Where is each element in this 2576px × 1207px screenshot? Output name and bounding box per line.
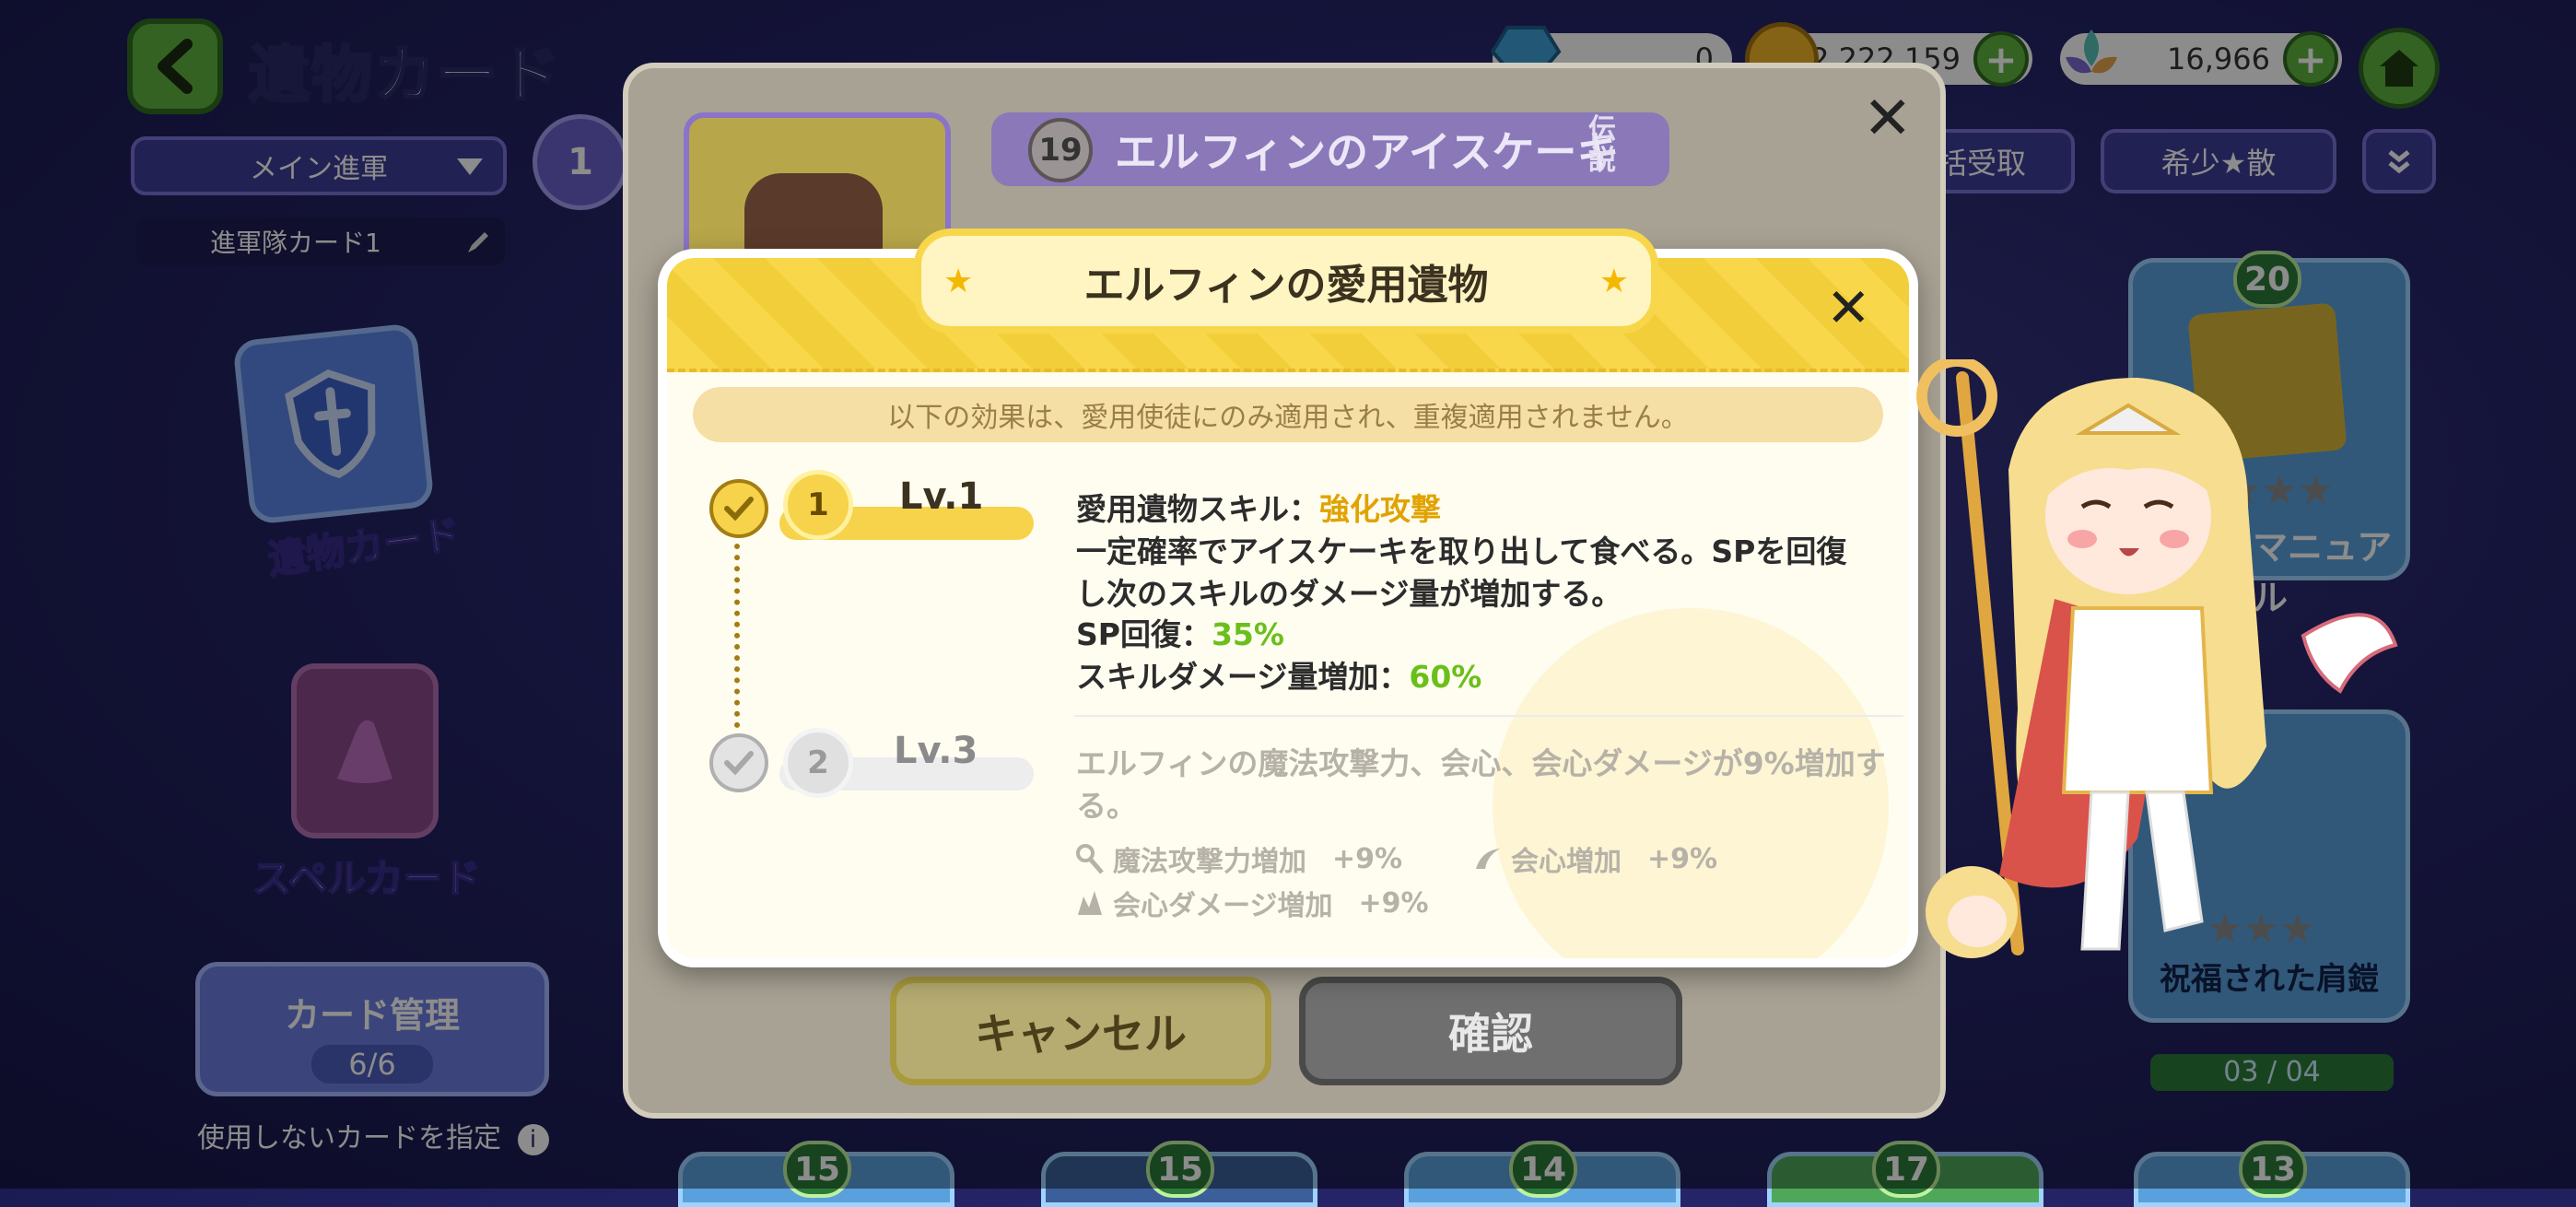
dmg-label: スキルダメージ量増加： — [1076, 659, 1410, 695]
stat-magic-attack: 魔法攻撃力増加 +9% — [1074, 838, 1402, 879]
star-icon: ★ — [1598, 262, 1629, 300]
cancel-label: キャンセル — [975, 1009, 1187, 1059]
stat-label: 魔法攻撃力増加 — [1113, 846, 1306, 878]
sp-label: SP回復： — [1076, 616, 1212, 652]
tier-number-badge: 2 — [783, 728, 853, 798]
tier-number-badge: 1 — [783, 470, 853, 540]
tier1-sp-recovery: SP回復：35% — [1076, 614, 1868, 656]
skill-name: 強化攻撃 — [1319, 491, 1441, 527]
stat-label: 会心増加 — [1511, 846, 1622, 878]
dmg-value: 60% — [1409, 659, 1482, 695]
skill-prefix: 愛用遺物スキル： — [1076, 491, 1319, 527]
check-icon — [709, 733, 768, 792]
ice-cake-image — [744, 173, 883, 256]
tier-level-label: Lv.3 — [894, 730, 978, 772]
cancel-button[interactable]: キャンセル — [890, 977, 1271, 1085]
sp-value: 35% — [1211, 616, 1284, 652]
tier-divider — [1074, 715, 1903, 717]
elfin-character-art — [1916, 359, 2398, 958]
popup-title: エルフィンの愛用遺物 — [1083, 262, 1489, 309]
stat-value: +9% — [1647, 842, 1718, 875]
relic-thumbnail — [684, 112, 951, 260]
stat-value: +9% — [1332, 842, 1403, 875]
stat-label: 会心ダメージ増加 — [1113, 890, 1333, 922]
star-icon: ★ — [943, 262, 974, 300]
stat-value: +9% — [1358, 886, 1429, 920]
popup-notice: 以下の効果は、愛用使徒にのみ適用され、重複適用されません。 — [693, 387, 1883, 442]
relic-name-bar: エルフィンのアイスケーキ — [991, 112, 1669, 186]
magic-staff-icon — [1076, 844, 1104, 874]
check-icon — [709, 479, 768, 538]
relic-name: エルフィンのアイスケーキ — [1115, 127, 1620, 177]
stat-crit-damage: 会心ダメージ増加 +9% — [1074, 883, 1429, 923]
relic-rarity: 伝説 — [1588, 113, 1616, 177]
tier2-description: エルフィンの魔法攻撃力、会心、会心ダメージが9%増加する。 — [1076, 745, 1886, 824]
popup-title-banner: ★ エルフィンの愛用遺物 ★ — [914, 229, 1658, 334]
tier1-skill-damage: スキルダメージ量増加：60% — [1076, 656, 1868, 698]
tier-connector — [734, 544, 740, 728]
close-icon[interactable]: ✕ — [1826, 276, 1871, 339]
tier1-skill-description: 一定確率でアイスケーキを取り出して食べる。SPを回復し次のスキルのダメージ量が増… — [1076, 533, 1847, 612]
tier-level-label: Lv.1 — [899, 475, 984, 518]
relic-level: 19 — [1028, 118, 1093, 182]
stat-crit: 会心増加 +9% — [1472, 838, 1717, 879]
close-icon[interactable]: ✕ — [1863, 85, 1913, 153]
crit-swoosh-icon — [1476, 849, 1500, 869]
tier1-skill-title: 愛用遺物スキル：強化攻撃 — [1076, 488, 1868, 531]
confirm-button[interactable]: 確認 — [1299, 977, 1682, 1085]
confirm-label: 確認 — [1448, 1009, 1533, 1059]
crit-damage-icon — [1078, 891, 1102, 915]
